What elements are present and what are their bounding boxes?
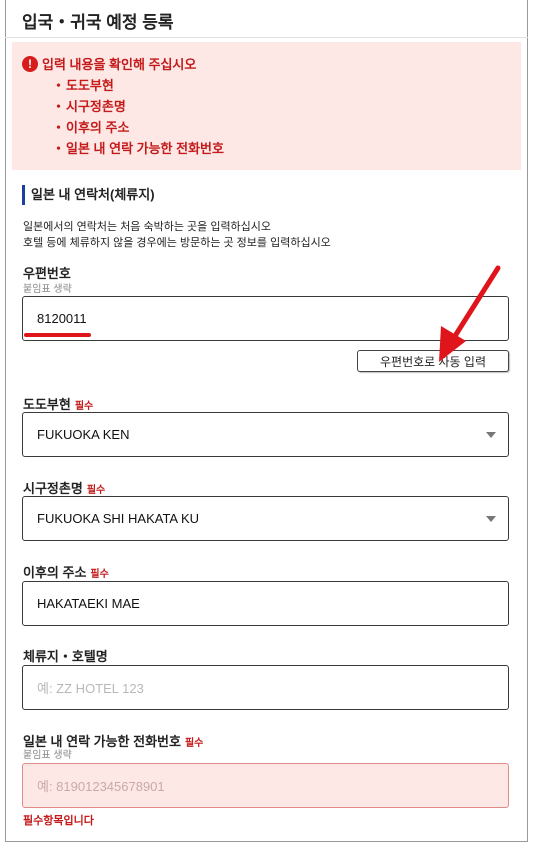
error-summary-title: 입력 내용을 확인해 주십시오 (42, 57, 197, 72)
chevron-down-icon (486, 432, 496, 438)
city-select[interactable]: FUKUOKA SHI HAKATA KU (22, 496, 509, 541)
prefecture-value: FUKUOKA KEN (37, 427, 130, 442)
city-label: 시구정촌명 필수 (23, 481, 106, 496)
address-value: HAKATAEKI MAE (37, 596, 140, 611)
hotel-placeholder: 예: ZZ HOTEL 123 (37, 681, 144, 696)
chevron-down-icon (486, 516, 496, 522)
required-badge: 필수 (184, 738, 204, 749)
error-item[interactable]: ・시구정촌명 (52, 96, 224, 117)
phone-placeholder: 예: 819012345678901 (37, 779, 165, 794)
postal-autofill-button[interactable]: 우편번호로 자동 입력 (357, 350, 509, 372)
error-item[interactable]: ・이후의 주소 (52, 117, 224, 138)
phone-input[interactable]: 예: 819012345678901 (22, 763, 509, 808)
required-badge: 필수 (86, 485, 106, 496)
error-list: ・도도부현 ・시구정촌명 ・이후의 주소 ・일본 내 연락 가능한 전화번호 (52, 75, 224, 159)
phone-hint: 붙임표 생략 (23, 750, 72, 761)
page-title: 입국・귀국 예정 등록 (22, 13, 174, 32)
section-description: 일본에서의 연락처는 처음 숙박하는 곳을 입력하십시오 호텔 등에 체류하지 … (23, 221, 331, 249)
prefecture-label: 도도부현 필수 (23, 397, 94, 412)
hotel-input[interactable]: 예: ZZ HOTEL 123 (22, 665, 509, 710)
address-label: 이후의 주소 필수 (23, 565, 109, 580)
postal-code-value: 8120011 (37, 311, 87, 326)
highlight-underline (24, 333, 91, 337)
phone-error-message: 필수항목입니다 (23, 815, 94, 827)
error-summary-header: ! 입력 내용을 확인해 주십시오 (22, 54, 196, 73)
city-value: FUKUOKA SHI HAKATA KU (37, 511, 200, 526)
hotel-label: 체류지・호텔명 (23, 649, 108, 664)
exclamation-icon: ! (22, 55, 38, 72)
prefecture-select[interactable]: FUKUOKA KEN (22, 412, 509, 457)
error-item[interactable]: ・도도부현 (52, 75, 224, 96)
address-input[interactable]: HAKATAEKI MAE (22, 581, 509, 626)
section-heading: 일본 내 연락처(체류지) (22, 185, 155, 205)
postal-hint: 붙임표 생략 (23, 284, 72, 295)
error-item[interactable]: ・일본 내 연락 가능한 전화번호 (52, 138, 224, 159)
postal-code-input[interactable]: 8120011 (22, 296, 509, 341)
error-summary: ! 입력 내용을 확인해 주십시오 ・도도부현 ・시구정촌명 ・이후의 주소 ・… (12, 42, 521, 170)
required-badge: 필수 (74, 401, 94, 412)
title-divider (5, 37, 528, 38)
required-badge: 필수 (90, 569, 109, 580)
